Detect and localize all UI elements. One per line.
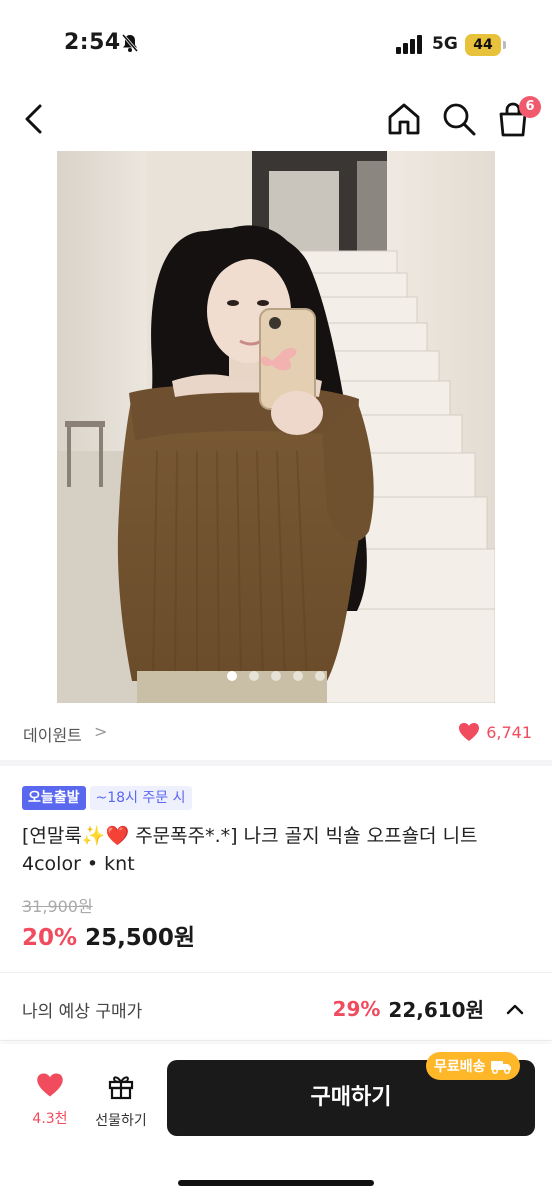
battery-icon: 44 bbox=[465, 34, 501, 56]
gift-button[interactable]: 선물하기 bbox=[88, 1072, 154, 1132]
like-count: 4.3천 bbox=[32, 1111, 68, 1127]
chevron-up-icon[interactable] bbox=[504, 998, 526, 1020]
like-button[interactable]: 4.3천 bbox=[24, 1072, 76, 1132]
divider bbox=[0, 1040, 552, 1041]
status-bar: 2:54 5G 44 bbox=[0, 0, 552, 90]
back-arrow-icon[interactable] bbox=[18, 100, 50, 138]
heart-icon bbox=[37, 1073, 63, 1097]
likes-count: 6,741 bbox=[486, 722, 532, 742]
carousel-dot[interactable] bbox=[227, 671, 237, 681]
sale-price: 25,500원 bbox=[85, 925, 195, 951]
gift-icon bbox=[108, 1076, 134, 1100]
heart-icon bbox=[459, 723, 480, 741]
free-shipping-badge: 무료배송 bbox=[426, 1052, 520, 1080]
product-title: [연말룩✨❤️ 주문폭주*.*] 나크 골지 빅숄 오프숄더 니트 4color… bbox=[22, 825, 478, 875]
carousel-dot[interactable] bbox=[315, 671, 325, 681]
original-price: 31,900원 bbox=[22, 897, 93, 916]
estimated-price-toggle[interactable]: 29% 22,610원 bbox=[333, 994, 526, 1023]
search-icon[interactable] bbox=[440, 100, 478, 138]
likes-counter[interactable]: 6,741 bbox=[458, 722, 532, 742]
free-shipping-label: 무료배송 bbox=[434, 1059, 486, 1075]
carousel-dot[interactable] bbox=[271, 671, 281, 681]
cart-badge: 6 bbox=[519, 96, 541, 118]
estimated-discount-rate: 29% bbox=[332, 996, 381, 1021]
carousel-dots bbox=[57, 671, 495, 681]
battery-cap bbox=[503, 41, 506, 49]
order-deadline-tag: ~18시 주문 시 bbox=[89, 786, 192, 810]
divider bbox=[0, 972, 552, 973]
delivery-truck-icon bbox=[490, 1061, 511, 1074]
section-divider bbox=[0, 760, 552, 766]
delivery-tags: 오늘출발 ~18시 주문 시 bbox=[22, 786, 192, 810]
price-row: 20% 25,500원 bbox=[22, 918, 195, 952]
same-day-shipping-tag: 오늘출발 bbox=[22, 786, 86, 810]
signal-icon bbox=[396, 35, 422, 54]
status-time: 2:54 bbox=[64, 30, 121, 55]
brand-name-link[interactable]: 데이원트 bbox=[23, 722, 82, 746]
silent-bell-icon bbox=[121, 34, 139, 52]
discount-rate: 20% bbox=[22, 925, 78, 951]
carousel-dot[interactable] bbox=[293, 671, 303, 681]
gift-label: 선물하기 bbox=[95, 1113, 147, 1129]
product-photo bbox=[57, 151, 495, 703]
network-type: 5G bbox=[432, 34, 458, 54]
estimated-price-label: 나의 예상 구매가 bbox=[22, 1002, 143, 1022]
home-indicator[interactable] bbox=[178, 1180, 374, 1186]
product-image-carousel[interactable] bbox=[57, 151, 495, 703]
brand-chevron-icon: > bbox=[94, 722, 108, 741]
estimated-price: 22,610원 bbox=[388, 998, 484, 1022]
home-icon[interactable] bbox=[385, 100, 423, 138]
carousel-dot[interactable] bbox=[249, 671, 259, 681]
